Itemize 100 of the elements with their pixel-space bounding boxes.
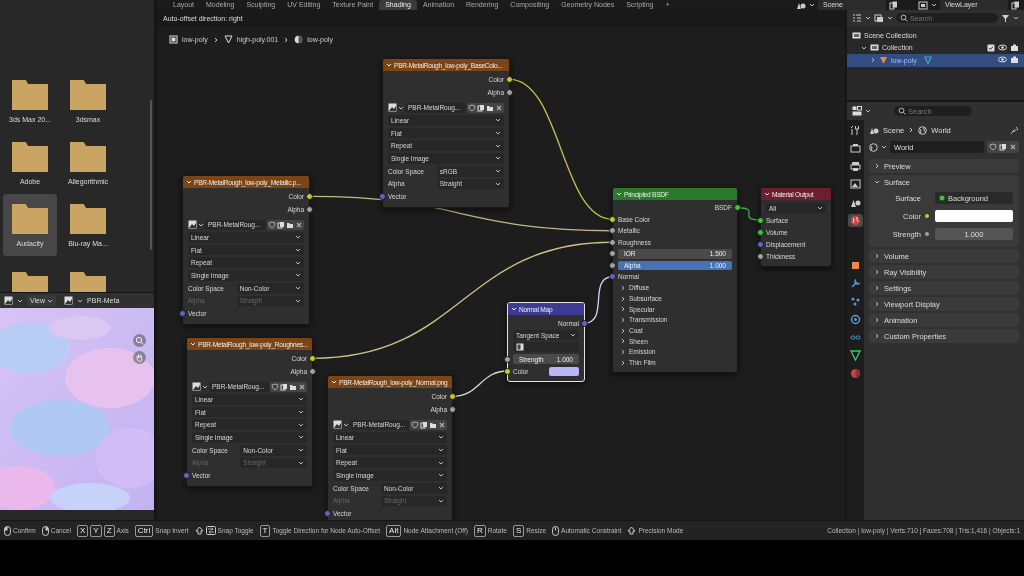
eye-icon[interactable]: [998, 43, 1007, 51]
folder-icon[interactable]: [486, 103, 494, 112]
chevron-icon[interactable]: [874, 285, 880, 291]
folder-icon[interactable]: [12, 79, 48, 110]
folder-icon[interactable]: [429, 420, 437, 429]
chevron-icon[interactable]: [620, 295, 626, 302]
world-icon[interactable]: [869, 142, 878, 152]
chevron-icon[interactable]: [874, 333, 880, 339]
display-mode-icon[interactable]: [874, 13, 884, 23]
shield-icon[interactable]: [468, 103, 476, 112]
socket[interactable]: [506, 75, 513, 83]
shield-icon[interactable]: [411, 420, 419, 429]
camera-icon[interactable]: [1010, 56, 1019, 65]
chevron-icon[interactable]: [620, 306, 626, 313]
socket[interactable]: [609, 238, 616, 246]
shield-icon[interactable]: [268, 220, 276, 229]
property-tab[interactable]: [848, 349, 863, 362]
socket[interactable]: [609, 227, 616, 235]
filter-icon[interactable]: [1001, 13, 1010, 23]
duplicate-icon[interactable]: [999, 143, 1007, 151]
image-icon[interactable]: [192, 382, 201, 392]
socket[interactable]: [609, 250, 616, 258]
list-icon[interactable]: [852, 13, 862, 23]
zoom-button[interactable]: [133, 334, 146, 347]
socket[interactable]: [306, 205, 313, 213]
image-icon[interactable]: [188, 220, 197, 230]
chevron-icon[interactable]: [874, 179, 880, 185]
chevron-icon[interactable]: [212, 36, 219, 43]
socket[interactable]: [504, 367, 511, 375]
folder-icon[interactable]: [289, 382, 297, 391]
socket[interactable]: [306, 192, 313, 200]
image-icon[interactable]: [388, 103, 397, 113]
checkbox[interactable]: [987, 43, 995, 52]
image-icon[interactable]: [4, 296, 13, 305]
close-icon[interactable]: [298, 382, 306, 391]
chevron-icon[interactable]: [620, 327, 626, 334]
socket[interactable]: [309, 367, 316, 375]
editor-type-icon[interactable]: [852, 106, 862, 116]
chevron-icon[interactable]: [620, 359, 626, 366]
property-tab[interactable]: [848, 313, 863, 326]
chevron-icon[interactable]: [620, 348, 626, 355]
folder-icon[interactable]: [12, 203, 48, 234]
chevron-icon[interactable]: [908, 127, 915, 133]
duplicate-icon[interactable]: [477, 103, 485, 112]
socket[interactable]: [757, 216, 764, 224]
close-icon[interactable]: [1009, 143, 1017, 151]
color-swatch[interactable]: [935, 210, 1013, 222]
socket[interactable]: [449, 392, 456, 400]
chevron-icon[interactable]: [874, 163, 880, 169]
socket[interactable]: [757, 252, 764, 260]
image-icon[interactable]: [64, 296, 74, 305]
property-tab[interactable]: [848, 214, 863, 227]
shield-icon[interactable]: [989, 143, 997, 151]
folder-icon[interactable]: [70, 141, 106, 172]
pan-button[interactable]: [133, 351, 146, 364]
socket[interactable]: [734, 204, 741, 212]
camera-icon[interactable]: [1010, 43, 1019, 52]
socket[interactable]: [609, 261, 616, 269]
uv-map-field[interactable]: [513, 342, 579, 352]
chevron-icon[interactable]: [620, 284, 626, 291]
caret-icon: [865, 15, 871, 21]
tab-key-icon: [205, 526, 216, 535]
chevron-icon[interactable]: [861, 44, 867, 51]
property-tab[interactable]: [848, 178, 863, 191]
color-swatch[interactable]: [549, 366, 579, 376]
property-tab[interactable]: [848, 160, 863, 173]
view-layer-icon[interactable]: [918, 0, 928, 10]
caret-icon: [1013, 15, 1019, 21]
property-tab[interactable]: [848, 142, 863, 155]
folder-icon[interactable]: [12, 141, 48, 172]
chevron-icon[interactable]: [620, 316, 626, 323]
socket[interactable]: [309, 354, 316, 362]
socket[interactable]: [504, 355, 511, 363]
mouse-icon: [41, 525, 49, 536]
chevron-icon[interactable]: [874, 269, 880, 275]
shield-icon[interactable]: [271, 382, 279, 391]
duplicate-icon[interactable]: [420, 420, 428, 429]
close-icon[interactable]: [295, 220, 303, 229]
chevron-icon[interactable]: [874, 301, 880, 307]
close-icon[interactable]: [495, 103, 503, 112]
folder-icon[interactable]: [286, 220, 294, 229]
socket[interactable]: [449, 405, 456, 413]
close-icon[interactable]: [438, 420, 446, 429]
socket[interactable]: [757, 228, 764, 236]
duplicate-icon[interactable]: [280, 382, 288, 391]
folder-icon[interactable]: [70, 203, 106, 234]
scrollbar[interactable]: [150, 100, 152, 250]
image-icon[interactable]: [333, 420, 342, 430]
socket[interactable]: [609, 215, 616, 223]
socket[interactable]: [506, 88, 513, 96]
chevron-icon[interactable]: [874, 317, 880, 323]
folder-icon[interactable]: [70, 79, 106, 110]
chevron-icon[interactable]: [874, 253, 880, 259]
chevron-icon[interactable]: [620, 338, 626, 345]
eye-icon[interactable]: [998, 56, 1007, 64]
duplicate-icon[interactable]: [1011, 0, 1020, 10]
duplicate-icon[interactable]: [889, 0, 898, 10]
pin-icon[interactable]: [1010, 125, 1019, 135]
chevron-icon[interactable]: [283, 36, 290, 43]
duplicate-icon[interactable]: [277, 220, 285, 229]
